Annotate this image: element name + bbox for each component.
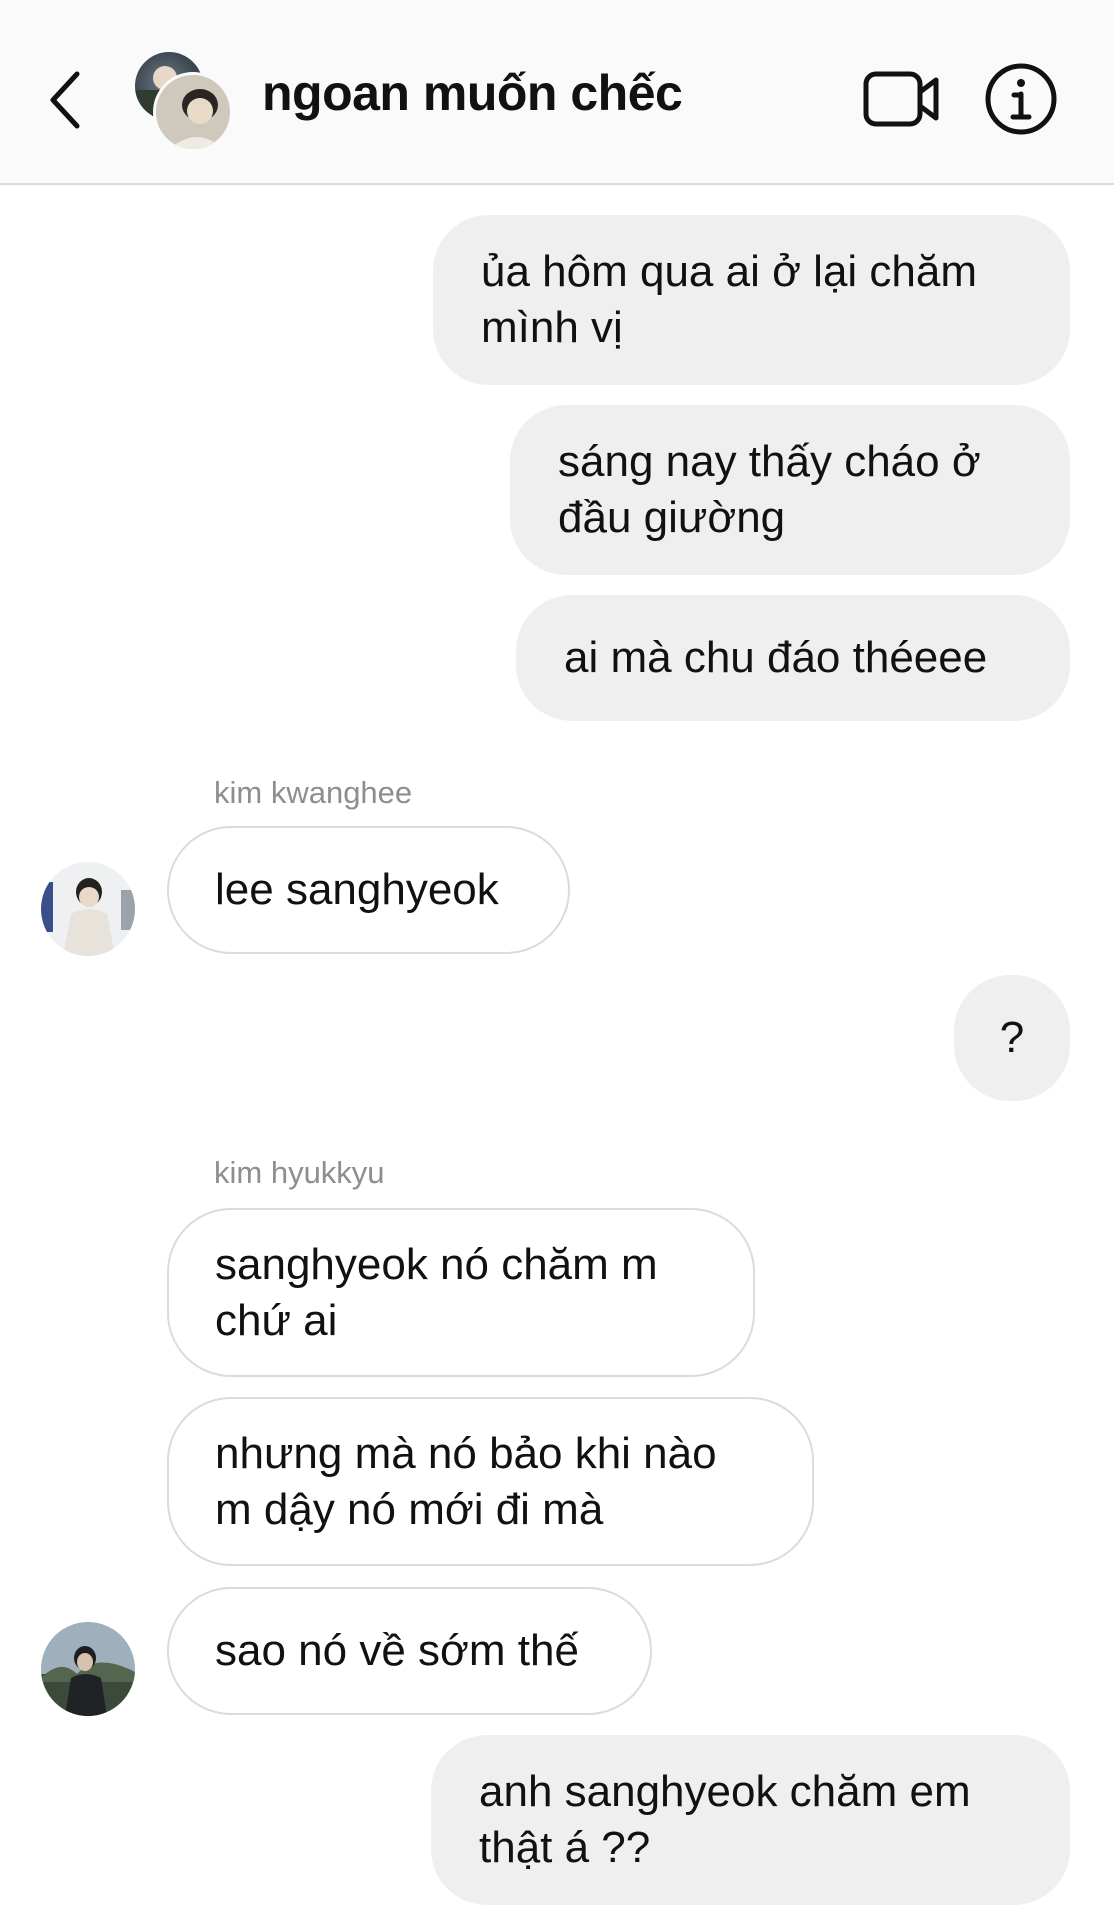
avatar-member-two	[153, 72, 233, 152]
avatar[interactable]	[41, 1622, 135, 1716]
sender-name: kim kwanghee	[214, 775, 413, 810]
info-button[interactable]	[984, 62, 1058, 136]
message-bubble-incoming[interactable]: sanghyeok nó chăm m chứ ai	[167, 1208, 755, 1377]
message-bubble-incoming[interactable]: sao nó về sớm thế	[167, 1587, 652, 1715]
message-bubble-outgoing[interactable]: anh sanghyeok chăm em thật á ??	[431, 1735, 1070, 1905]
group-avatar[interactable]	[135, 52, 235, 152]
sender-name: kim hyukkyu	[214, 1155, 385, 1190]
chevron-left-icon	[50, 71, 80, 129]
back-button[interactable]	[40, 62, 90, 138]
message-bubble-outgoing[interactable]: sáng nay thấy cháo ở đầu giường	[510, 405, 1070, 575]
message-bubble-outgoing[interactable]: ?	[954, 975, 1070, 1101]
chat-header: ngoan muốn chếc	[0, 0, 1114, 185]
video-camera-icon	[863, 71, 939, 127]
avatar[interactable]	[41, 862, 135, 956]
message-bubble-outgoing[interactable]: ủa hôm qua ai ở lại chăm mình vị	[433, 215, 1070, 385]
chat-title[interactable]: ngoan muốn chếc	[262, 64, 683, 122]
info-icon	[985, 63, 1057, 135]
message-bubble-incoming[interactable]: nhưng mà nó bảo khi nào m dậy nó mới đi …	[167, 1397, 814, 1566]
video-call-button[interactable]	[862, 66, 940, 132]
message-bubble-outgoing[interactable]: ai mà chu đáo théeee	[516, 595, 1070, 721]
message-bubble-incoming[interactable]: lee sanghyeok	[167, 826, 570, 954]
